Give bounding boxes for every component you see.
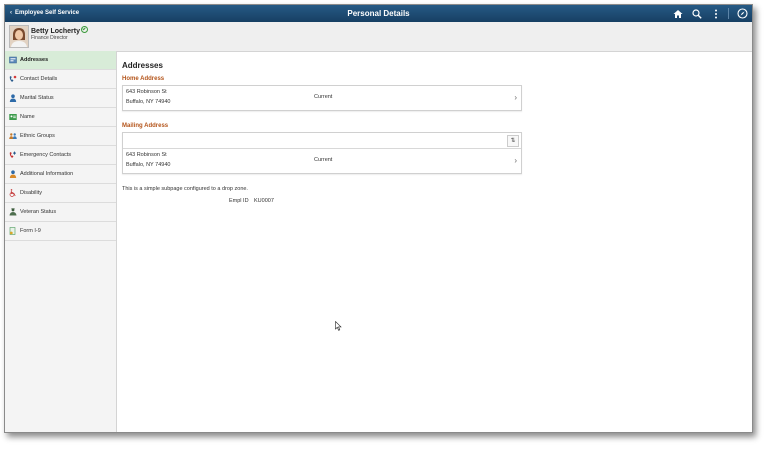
drop-zone-note: This is a simple subpage configured to a… bbox=[122, 186, 248, 192]
sidebar-item-emergency-contacts[interactable]: Emergency Contacts bbox=[5, 146, 116, 165]
sidebar-item-label: Form I-9 bbox=[20, 228, 41, 234]
address-status: Current bbox=[314, 157, 333, 163]
person-icon bbox=[9, 94, 17, 102]
home-address-row[interactable]: 643 Robinson St Buffalo, NY 74940 Curren… bbox=[123, 86, 521, 110]
chevron-right-icon: › bbox=[514, 156, 517, 165]
search-icon[interactable] bbox=[691, 8, 703, 20]
banner-actions bbox=[665, 5, 748, 22]
empl-id-value: KU0007 bbox=[254, 198, 274, 204]
mailing-address-card: ⇅ 643 Robinson St Buffalo, NY 74940 Curr… bbox=[122, 132, 522, 174]
user-name-text: Betty Locherty bbox=[31, 28, 81, 35]
sidebar-item-contact-details[interactable]: Contact Details bbox=[5, 70, 116, 89]
user-job-title: Finance Director bbox=[31, 35, 68, 41]
more-icon[interactable] bbox=[710, 8, 722, 20]
user-name: Betty Locherty bbox=[31, 26, 89, 35]
sidebar-item-form-i9[interactable]: Form I-9 bbox=[5, 222, 116, 241]
sidebar-item-veteran-status[interactable]: Veteran Status bbox=[5, 203, 116, 222]
sidebar-item-name[interactable]: Name bbox=[5, 108, 116, 127]
sidebar-item-ethnic-groups[interactable]: Ethnic Groups bbox=[5, 127, 116, 146]
address-line2: Buffalo, NY 74940 bbox=[126, 162, 171, 168]
avatar bbox=[9, 25, 29, 48]
sidebar-item-additional-information[interactable]: Additional Information bbox=[5, 165, 116, 184]
chevron-right-icon: › bbox=[514, 93, 517, 102]
group-icon bbox=[9, 132, 17, 140]
page-title: Personal Details bbox=[347, 9, 410, 18]
section-heading: Addresses bbox=[122, 61, 163, 70]
grid-toolbar: ⇅ bbox=[123, 133, 521, 149]
back-button[interactable]: ‹ Employee Self Service bbox=[10, 5, 79, 22]
sidebar-item-disability[interactable]: Disability bbox=[5, 184, 116, 203]
app-window: ‹Employee Self Service Personal Details bbox=[4, 4, 753, 433]
banner-divider bbox=[728, 8, 729, 19]
sidebar-item-marital-status[interactable]: Marital Status bbox=[5, 89, 116, 108]
sidebar-item-label: Additional Information bbox=[20, 171, 74, 177]
sidebar-item-addresses[interactable]: Addresses bbox=[5, 51, 116, 70]
sidebar-item-label: Contact Details bbox=[20, 76, 58, 82]
home-address-label: Home Address bbox=[122, 76, 165, 82]
verified-icon bbox=[81, 26, 89, 33]
emergency-phone-icon bbox=[9, 151, 17, 159]
sidebar-item-label: Veteran Status bbox=[20, 209, 57, 215]
top-banner: ‹ Employee Self Service Personal Details bbox=[5, 5, 752, 22]
main-content: Addresses Home Address 643 Robinson St B… bbox=[117, 51, 752, 432]
back-label: Employee Self Service bbox=[15, 10, 80, 16]
sort-icon[interactable]: ⇅ bbox=[507, 135, 519, 147]
sidebar: Addresses Contact Details Marital Status… bbox=[5, 51, 117, 432]
sidebar-item-label: Disability bbox=[20, 190, 43, 196]
back-chevron-icon: ‹ bbox=[10, 10, 12, 16]
address-status: Current bbox=[314, 94, 333, 100]
mouse-pointer-icon bbox=[335, 320, 342, 333]
sidebar-item-label: Marital Status bbox=[20, 95, 54, 101]
form-icon bbox=[9, 227, 17, 235]
person-info-icon bbox=[9, 170, 17, 178]
sidebar-item-label: Addresses bbox=[20, 57, 49, 63]
user-header: Betty Locherty Finance Director bbox=[5, 22, 752, 52]
address-line1: 643 Robinson St bbox=[126, 152, 167, 158]
sidebar-item-label: Emergency Contacts bbox=[20, 152, 72, 158]
phone-icon bbox=[9, 75, 17, 83]
address-card-icon bbox=[9, 56, 17, 64]
address-line2: Buffalo, NY 74940 bbox=[126, 99, 171, 105]
sidebar-item-label: Ethnic Groups bbox=[20, 133, 55, 139]
veteran-icon bbox=[9, 208, 17, 216]
wheelchair-icon bbox=[9, 189, 17, 197]
address-line1: 643 Robinson St bbox=[126, 89, 167, 95]
mailing-address-row[interactable]: 643 Robinson St Buffalo, NY 74940 Curren… bbox=[123, 149, 521, 173]
empl-id-label: Empl ID bbox=[229, 198, 249, 204]
home-address-card: 643 Robinson St Buffalo, NY 74940 Curren… bbox=[122, 85, 522, 111]
sidebar-item-label: Name bbox=[20, 114, 35, 120]
navbar-icon[interactable] bbox=[736, 8, 748, 20]
mailing-address-label: Mailing Address bbox=[122, 123, 169, 129]
name-card-icon bbox=[9, 113, 17, 121]
home-icon[interactable] bbox=[672, 8, 684, 20]
